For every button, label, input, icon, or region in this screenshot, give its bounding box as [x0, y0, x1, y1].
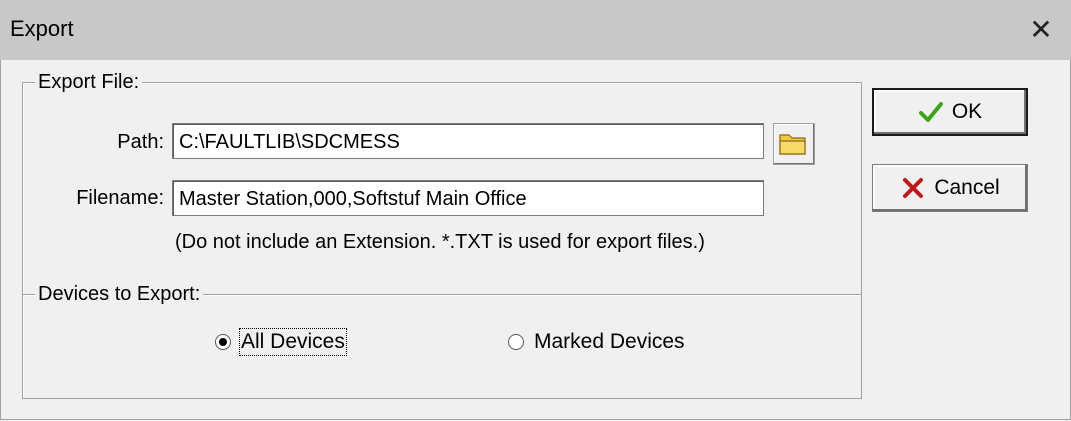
radio-button-selected[interactable] — [215, 334, 231, 350]
window-title: Export — [10, 16, 74, 41]
radio-label-all-devices: All Devices — [239, 328, 347, 356]
path-input[interactable]: C:\FAULTLIB\SDCMESS — [172, 123, 764, 159]
devices-legend: Devices to Export: — [35, 283, 204, 306]
checkmark-icon — [918, 102, 943, 122]
title-bar[interactable]: Export ✕ — [0, 0, 1071, 60]
radio-dot — [219, 338, 227, 346]
folder-icon — [779, 134, 806, 155]
export-dialog: Export ✕ Export File: Path: C:\FAULTLIB\… — [0, 0, 1071, 421]
radio-button-unselected[interactable] — [508, 334, 524, 350]
extension-hint: (Do not include an Extension. *.TXT is u… — [175, 231, 705, 253]
export-file-legend: Export File: — [35, 71, 143, 94]
x-icon — [903, 178, 924, 198]
ok-button[interactable]: OK — [872, 88, 1028, 136]
radio-marked-devices[interactable]: Marked Devices — [508, 330, 685, 354]
path-label: Path: — [117, 131, 164, 153]
radio-label-marked-devices: Marked Devices — [534, 330, 685, 353]
browse-folder-button[interactable] — [773, 123, 815, 165]
close-icon: ✕ — [1029, 14, 1053, 45]
close-button[interactable]: ✕ — [1019, 8, 1063, 52]
cancel-label: Cancel — [934, 176, 1000, 199]
radio-all-devices[interactable]: All Devices — [215, 328, 347, 356]
devices-group: Devices to Export: — [22, 283, 862, 399]
filename-input[interactable]: Master Station,000,Softstuf Main Office — [172, 180, 764, 216]
filename-label: Filename: — [76, 187, 164, 209]
ok-label: OK — [951, 100, 983, 123]
cancel-button[interactable]: Cancel — [872, 164, 1028, 212]
